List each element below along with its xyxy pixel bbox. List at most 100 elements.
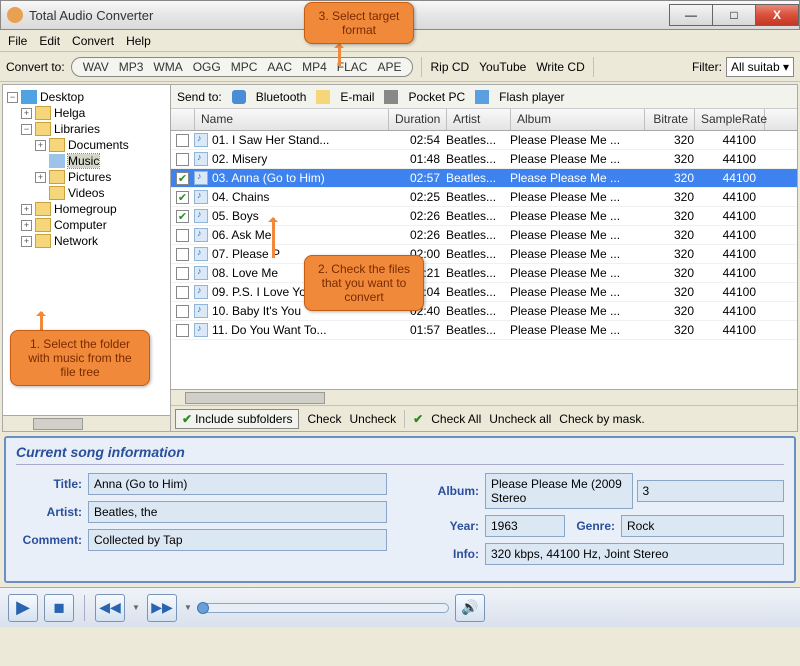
- expand-icon[interactable]: +: [35, 172, 46, 183]
- uncheck-all-button[interactable]: Uncheck all: [489, 412, 551, 426]
- uncheck-button[interactable]: Uncheck: [349, 412, 396, 426]
- file-checkbox[interactable]: [176, 172, 189, 185]
- tree-item[interactable]: − Libraries: [7, 121, 166, 137]
- col-artist[interactable]: Artist: [447, 109, 511, 130]
- format-ape[interactable]: APE: [372, 60, 406, 74]
- maximize-button[interactable]: □: [712, 4, 756, 26]
- rip-cd-button[interactable]: Rip CD: [430, 60, 469, 74]
- file-list[interactable]: 01. I Saw Her Stand...02:54Beatles...Ple…: [171, 131, 797, 389]
- expand-icon[interactable]: +: [35, 140, 46, 151]
- format-mpc[interactable]: MPC: [226, 60, 263, 74]
- tree-scrollbar[interactable]: [3, 415, 170, 431]
- file-checkbox[interactable]: [176, 134, 189, 147]
- rewind-button[interactable]: ◀◀: [95, 594, 125, 622]
- tree-item[interactable]: Videos: [7, 185, 166, 201]
- title-field[interactable]: Anna (Go to Him): [88, 473, 387, 495]
- format-mp3[interactable]: MP3: [114, 60, 149, 74]
- col-duration[interactable]: Duration: [389, 109, 447, 130]
- artist-field[interactable]: Beatles, the: [88, 501, 387, 523]
- format-wma[interactable]: WMA: [148, 60, 187, 74]
- format-ogg[interactable]: OGG: [188, 60, 226, 74]
- audio-file-icon: [194, 133, 208, 147]
- comment-field[interactable]: Collected by Tap: [88, 529, 387, 551]
- file-row[interactable]: 04. Chains02:25Beatles...Please Please M…: [171, 188, 797, 207]
- file-checkbox[interactable]: [176, 324, 189, 337]
- check-by-mask-button[interactable]: Check by mask.: [559, 412, 644, 426]
- forward-menu[interactable]: ▼: [183, 603, 193, 612]
- col-name[interactable]: Name: [195, 109, 389, 130]
- menu-convert[interactable]: Convert: [72, 34, 114, 48]
- file-checkbox[interactable]: [176, 229, 189, 242]
- tree-item[interactable]: +Pictures: [7, 169, 166, 185]
- col-album[interactable]: Album: [511, 109, 645, 130]
- file-row[interactable]: 07. Please P02:00Beatles...Please Please…: [171, 245, 797, 264]
- file-checkbox[interactable]: [176, 286, 189, 299]
- file-checkbox[interactable]: [176, 191, 189, 204]
- send-pocketpc[interactable]: Pocket PC: [408, 90, 465, 104]
- file-row[interactable]: 03. Anna (Go to Him)02:57Beatles...Pleas…: [171, 169, 797, 188]
- file-row[interactable]: 02. Misery01:48Beatles...Please Please M…: [171, 150, 797, 169]
- play-button[interactable]: ▶: [8, 594, 38, 622]
- expand-icon[interactable]: −: [7, 92, 18, 103]
- include-subfolders-toggle[interactable]: ✔Include subfolders: [175, 409, 299, 429]
- track-field[interactable]: 3: [637, 480, 785, 502]
- genre-field[interactable]: Rock: [621, 515, 784, 537]
- col-samplerate[interactable]: SampleRate: [695, 109, 765, 130]
- expand-icon[interactable]: +: [21, 108, 32, 119]
- tree-item[interactable]: +Network: [7, 233, 166, 249]
- col-bitrate[interactable]: Bitrate: [645, 109, 695, 130]
- write-cd-button[interactable]: Write CD: [536, 60, 584, 74]
- minimize-button[interactable]: ―: [669, 4, 713, 26]
- file-checkbox[interactable]: [176, 267, 189, 280]
- year-field[interactable]: 1963: [485, 515, 565, 537]
- format-mp4[interactable]: MP4: [297, 60, 332, 74]
- format-aac[interactable]: AAC: [262, 60, 297, 74]
- forward-button[interactable]: ▶▶: [147, 594, 177, 622]
- file-checkbox[interactable]: [176, 305, 189, 318]
- tree-item[interactable]: +Homegroup: [7, 201, 166, 217]
- list-scrollbar[interactable]: [171, 389, 797, 405]
- volume-button[interactable]: 🔊: [455, 594, 485, 622]
- file-row[interactable]: 11. Do You Want To...01:57Beatles...Plea…: [171, 321, 797, 340]
- menu-edit[interactable]: Edit: [39, 34, 60, 48]
- tree-item[interactable]: +Documents: [7, 137, 166, 153]
- seek-slider[interactable]: [199, 603, 449, 613]
- file-checkbox[interactable]: [176, 153, 189, 166]
- file-row[interactable]: 08. Love Me02:21Beatles...Please Please …: [171, 264, 797, 283]
- close-button[interactable]: X: [755, 4, 799, 26]
- youtube-button[interactable]: YouTube: [479, 60, 526, 74]
- expand-icon[interactable]: +: [21, 236, 32, 247]
- menu-help[interactable]: Help: [126, 34, 151, 48]
- send-bluetooth[interactable]: Bluetooth: [256, 90, 307, 104]
- menu-file[interactable]: File: [8, 34, 27, 48]
- seek-thumb[interactable]: [197, 602, 209, 614]
- rewind-menu[interactable]: ▼: [131, 603, 141, 612]
- expand-icon[interactable]: +: [21, 204, 32, 215]
- album-field[interactable]: Please Please Me (2009 Stereo: [485, 473, 633, 509]
- check-all-button[interactable]: Check All: [431, 412, 481, 426]
- send-email[interactable]: E-mail: [340, 90, 374, 104]
- file-checkbox[interactable]: [176, 248, 189, 261]
- file-row[interactable]: 01. I Saw Her Stand...02:54Beatles...Ple…: [171, 131, 797, 150]
- file-samplerate: 44100: [694, 152, 756, 166]
- tree-desktop[interactable]: Desktop: [40, 90, 84, 104]
- file-checkbox[interactable]: [176, 210, 189, 223]
- expand-icon[interactable]: −: [21, 124, 32, 135]
- expand-icon[interactable]: +: [21, 220, 32, 231]
- filter-select[interactable]: All suitab ▾: [726, 57, 794, 77]
- tree-item[interactable]: +Helga: [7, 105, 166, 121]
- check-button[interactable]: Check: [307, 412, 341, 426]
- format-wav[interactable]: WAV: [78, 60, 114, 74]
- tree-item-label: Libraries: [54, 122, 100, 136]
- tree-item[interactable]: +Computer: [7, 217, 166, 233]
- file-name: 03. Anna (Go to Him): [212, 171, 388, 185]
- file-row[interactable]: 06. Ask Me02:26Beatles...Please Please M…: [171, 226, 797, 245]
- genre-label: Genre:: [565, 519, 621, 533]
- file-row[interactable]: 10. Baby It's You02:40Beatles...Please P…: [171, 302, 797, 321]
- file-row[interactable]: 09. P.S. I Love You02:04Beatles...Please…: [171, 283, 797, 302]
- tree-item[interactable]: Music: [7, 153, 166, 169]
- file-name: 02. Misery: [212, 152, 388, 166]
- send-flash[interactable]: Flash player: [499, 90, 564, 104]
- file-row[interactable]: 05. Boys02:26Beatles...Please Please Me …: [171, 207, 797, 226]
- stop-button[interactable]: ◼: [44, 594, 74, 622]
